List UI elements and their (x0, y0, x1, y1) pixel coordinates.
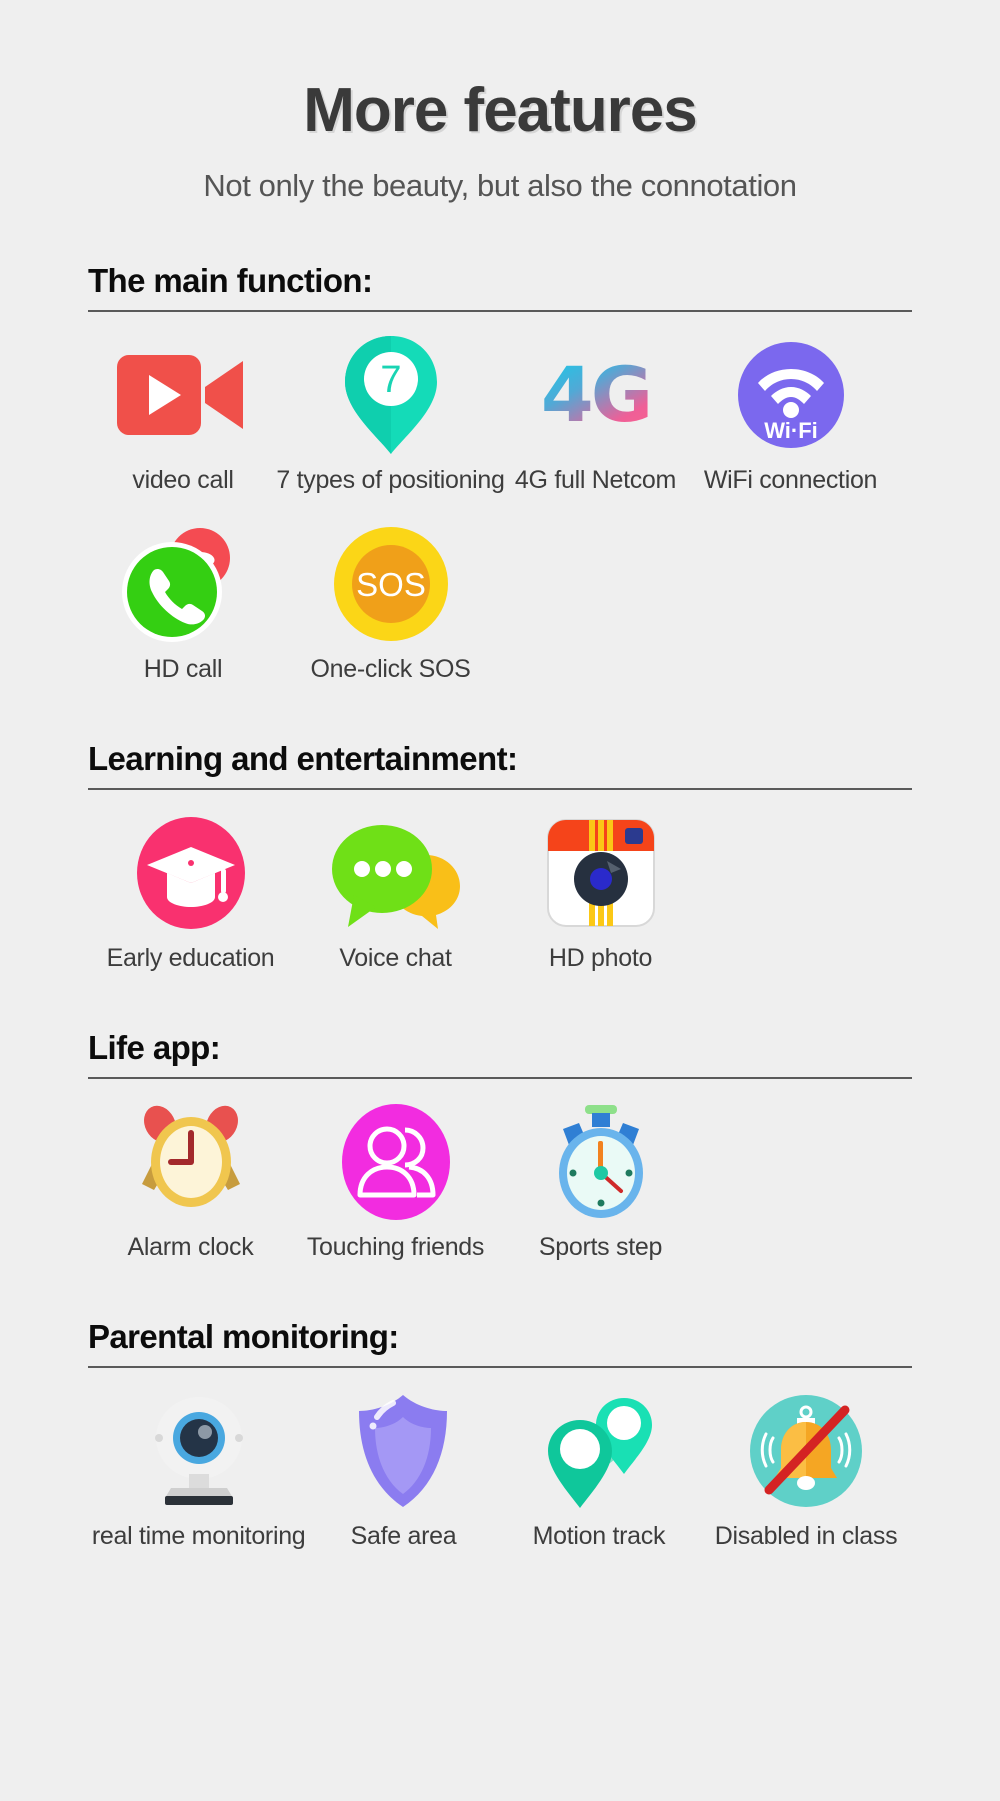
four-g-text: 4G (540, 350, 653, 439)
shield-icon (355, 1392, 451, 1510)
tile-label: Early education (106, 944, 275, 972)
tile-label: Sports step (538, 1233, 663, 1261)
tile-label: Alarm clock (127, 1233, 254, 1261)
two-people-icon (339, 1103, 453, 1221)
tile-early-education[interactable]: Early education (88, 814, 293, 973)
four-g-icon: 4G (540, 336, 653, 454)
section-parental-monitoring: Parental monitoring: real time monitorin… (0, 1318, 1000, 1551)
tile-row-main-2: HD call SOS One-click SOS (88, 495, 912, 684)
tile-label: 4G full Netcom (514, 466, 677, 494)
graduation-cap-icon (135, 814, 247, 932)
tile-alarm-clock[interactable]: Alarm clock (88, 1103, 293, 1262)
retro-camera-icon (545, 814, 657, 932)
section-learning-entertainment: Learning and entertainment: Early educat… (0, 740, 1000, 973)
video-camera-icon (115, 336, 251, 454)
map-pin-seven-icon: 7 (341, 336, 441, 454)
tile-label: Disabled in class (714, 1522, 898, 1550)
tile-row-parental: real time monitoring Safe area Motion tr… (88, 1374, 912, 1551)
tile-label: 7 types of positioning (276, 466, 505, 494)
tile-row-life-app: Alarm clock Touching friends Sports step (88, 1085, 912, 1262)
sos-icon: SOS (333, 525, 449, 643)
tile-row-learning: Early education Voice chat HD photo (88, 796, 912, 973)
wifi-label-text: Wi·Fi (764, 418, 818, 443)
bell-muted-icon (749, 1392, 863, 1510)
wifi-icon: Wi·Fi (737, 336, 845, 454)
section-divider (88, 788, 912, 790)
section-heading-life-app: Life app: (88, 1029, 221, 1066)
tile-safe-area[interactable]: Safe area (309, 1392, 497, 1551)
page-title: More features (303, 76, 698, 145)
section-divider (88, 310, 912, 312)
chat-bubbles-icon (330, 814, 462, 932)
tile-wifi[interactable]: Wi·Fi WiFi connection (688, 336, 893, 495)
tile-label: Safe area (350, 1522, 457, 1550)
tile-sos[interactable]: SOS One-click SOS (278, 525, 503, 684)
section-heading-main-function: The main function: (88, 262, 373, 299)
section-heading-learning: Learning and entertainment: (88, 740, 518, 777)
section-main-function: The main function: video call 7 7 types … (0, 262, 1000, 684)
tile-label: WiFi connection (703, 466, 878, 494)
tile-label: real time monitoring (91, 1522, 306, 1550)
tile-4g[interactable]: 4G 4G full Netcom (503, 336, 688, 495)
section-divider (88, 1077, 912, 1079)
tile-touching-friends[interactable]: Touching friends (293, 1103, 498, 1262)
section-life-app: Life app: Alarm clock Touching friends S… (0, 1029, 1000, 1262)
tile-voice-chat[interactable]: Voice chat (293, 814, 498, 973)
tile-label: video call (132, 466, 234, 494)
tile-video-call[interactable]: video call (88, 336, 278, 495)
tile-label: HD photo (548, 944, 653, 972)
tile-real-time-monitoring[interactable]: real time monitoring (88, 1392, 309, 1551)
tile-sports-step[interactable]: Sports step (498, 1103, 703, 1262)
tile-disabled-in-class[interactable]: Disabled in class (700, 1392, 912, 1551)
tile-hd-call[interactable]: HD call (88, 525, 278, 684)
tile-label: Touching friends (306, 1233, 485, 1261)
tile-label: HD call (143, 655, 223, 683)
pin-badge-number: 7 (380, 359, 401, 401)
phone-call-icon (118, 525, 248, 643)
tile-label: Motion track (532, 1522, 666, 1550)
tile-motion-track[interactable]: Motion track (498, 1392, 700, 1551)
stopwatch-icon (545, 1103, 657, 1221)
webcam-icon (141, 1392, 257, 1510)
tile-row-main-1: video call 7 7 types of positioning 4G 4… (88, 318, 912, 495)
section-divider (88, 1366, 912, 1368)
tile-positioning[interactable]: 7 7 types of positioning (276, 336, 505, 495)
tile-label: Voice chat (339, 944, 452, 972)
motion-track-pins-icon (536, 1392, 662, 1510)
feature-page: More features Not only the beauty, but a… (0, 0, 1000, 1801)
section-heading-parental: Parental monitoring: (88, 1318, 399, 1355)
alarm-clock-icon (132, 1103, 250, 1221)
tile-hd-photo[interactable]: HD photo (498, 814, 703, 973)
tile-label: One-click SOS (310, 655, 471, 683)
page-subtitle: Not only the beauty, but also the connot… (203, 168, 797, 203)
sos-text: SOS (356, 566, 426, 603)
